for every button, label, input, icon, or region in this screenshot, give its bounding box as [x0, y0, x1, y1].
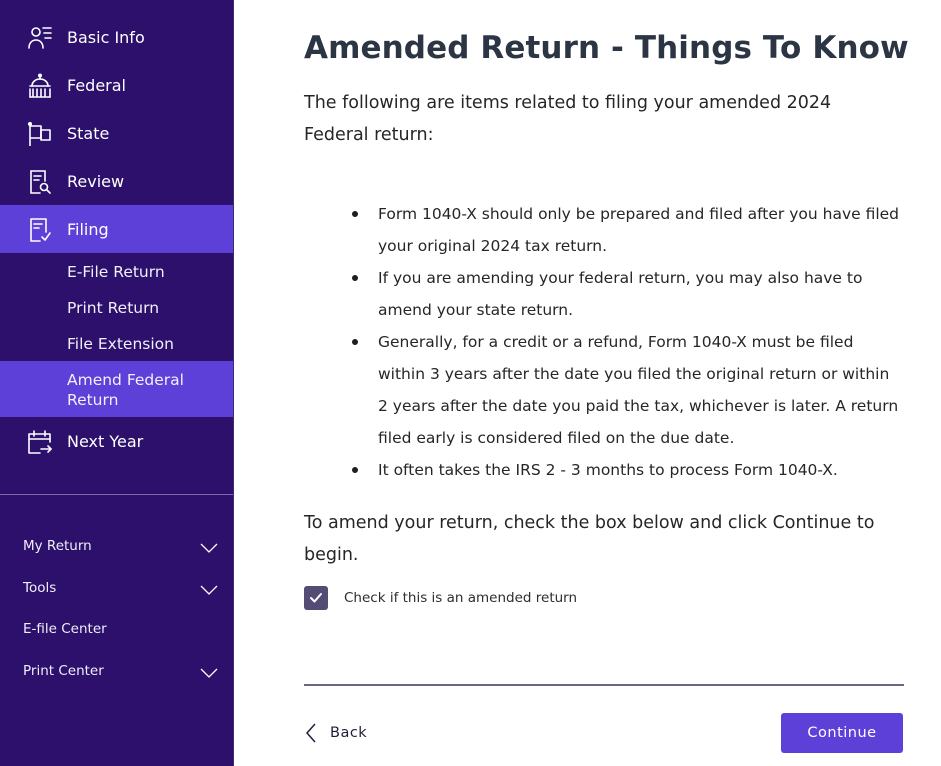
footer-divider [304, 684, 904, 686]
calendar-arrow-icon [27, 429, 53, 455]
footer-item-label: My Return [23, 538, 92, 554]
chevron-down-icon [200, 543, 218, 553]
sidebar-item-label: Review [67, 171, 125, 191]
sidebar-item-review[interactable]: Review [0, 157, 233, 205]
sidebar-item-label: State [67, 123, 110, 143]
amended-return-checkbox[interactable] [304, 586, 328, 610]
amended-return-checkbox-row[interactable]: Check if this is an amended return [304, 586, 577, 610]
list-item: If you are amending your federal return,… [352, 262, 904, 326]
sidebar-item-filing[interactable]: Filing [0, 205, 233, 253]
sidebar-item-basic-info[interactable]: Basic Info [0, 13, 233, 61]
things-to-know-list: Form 1040-X should only be prepared and … [352, 198, 904, 486]
chevron-down-icon [200, 668, 218, 678]
sidebar-subitem-amend-federal-return[interactable]: Amend Federal Return [0, 361, 233, 417]
sidebar-item-next-year[interactable]: Next Year [0, 417, 233, 465]
capitol-icon [27, 73, 53, 99]
intro-text: The following are items related to filin… [304, 93, 832, 145]
sidebar-subitem-e-file-return[interactable]: E-File Return [0, 253, 233, 289]
sidebar-subitem-label: E-File Return [67, 263, 165, 281]
list-item: Form 1040-X should only be prepared and … [352, 198, 904, 262]
back-label: Back [330, 725, 368, 741]
document-check-icon [27, 217, 53, 243]
sidebar-subitem-label: Amend Federal Return [67, 371, 184, 409]
sidebar: Basic Info Federal State Review Filing E… [0, 0, 234, 766]
checkbox-label: Check if this is an amended return [344, 590, 578, 606]
flag-icon [27, 121, 53, 147]
sidebar-item-label: Federal [67, 75, 126, 95]
list-item: Generally, for a credit or a refund, For… [352, 326, 904, 454]
checkmark-icon [310, 593, 322, 603]
person-list-icon [27, 25, 53, 51]
chevron-left-icon [305, 723, 316, 743]
sidebar-item-federal[interactable]: Federal [0, 61, 233, 109]
instruction-text: To amend your return, check the box belo… [304, 513, 875, 565]
back-button[interactable]: Back [304, 717, 367, 749]
sidebar-footer-tools[interactable]: Tools [0, 572, 233, 606]
sidebar-item-label: Filing [67, 219, 109, 239]
sidebar-subitem-file-extension[interactable]: File Extension [0, 325, 233, 361]
sidebar-footer-my-return[interactable]: My Return [0, 530, 233, 564]
continue-button[interactable]: Continue [781, 713, 903, 753]
footer-item-label: Print Center [23, 663, 104, 679]
sidebar-footer-e-file-center[interactable]: E-file Center [0, 613, 233, 647]
sidebar-subitem-label: Print Return [67, 299, 160, 317]
list-item: It often takes the IRS 2 - 3 months to p… [352, 454, 904, 486]
sidebar-divider [0, 494, 233, 495]
document-search-icon [27, 169, 53, 195]
sidebar-subitem-label: File Extension [67, 335, 174, 353]
sidebar-item-label: Basic Info [67, 27, 145, 47]
sidebar-subitem-print-return[interactable]: Print Return [0, 289, 233, 325]
sidebar-item-label: Next Year [67, 431, 144, 451]
sidebar-item-state[interactable]: State [0, 109, 233, 157]
footer-item-label: E-file Center [23, 621, 107, 637]
sidebar-footer-print-center[interactable]: Print Center [0, 655, 233, 689]
chevron-down-icon [200, 585, 218, 595]
page-title: Amended Return - Things To Know [304, 30, 909, 66]
footer-item-label: Tools [23, 580, 57, 596]
